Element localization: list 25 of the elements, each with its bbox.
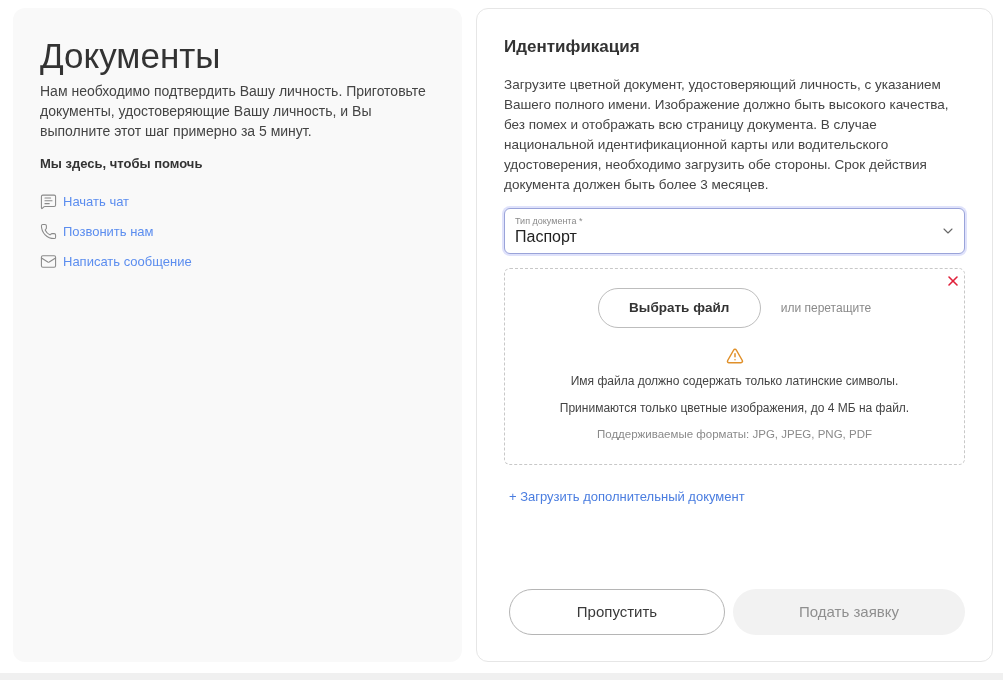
select-label: Тип документа *: [515, 215, 583, 227]
remove-button[interactable]: [945, 273, 961, 289]
supported-formats: Поддерживаемые форматы: JPG, JPEG, PNG, PDF: [597, 427, 872, 442]
phone-icon: [40, 223, 57, 240]
add-document-link[interactable]: + Загрузить дополнительный документ: [509, 487, 745, 507]
close-icon: [945, 273, 961, 289]
help-heading: Мы здесь, чтобы помочь: [40, 155, 204, 173]
select-value: Паспорт: [515, 226, 578, 247]
upload-note: Имя файла должно содержать только латинские символы.: [570, 373, 899, 389]
form-title: Идентификация: [504, 36, 641, 58]
instructions-text: Загрузите цветной документ, удостоверяющий личность, с указанием Вашего полного имени. Изображение должно быть высокого качества, без помех и отображать всю страницу документа. В случае национальной идентификационной карты или водительского удостоверения, необходимо загрузить обе стороны. Срок действия документа должен быть более 3 месяцев.: [504, 76, 950, 194]
help-link[interactable]: Написать сообщение: [63, 251, 192, 272]
skip-button[interactable]: Пропустить: [509, 589, 725, 635]
page-title: Документы: [40, 35, 222, 77]
warning-icon: [725, 347, 744, 365]
upload-note: Принимаются только цветные изображения, до 4 МБ на файл.: [559, 400, 910, 416]
document-type-select[interactable]: Тип документа * Паспорт: [504, 208, 965, 254]
choose-file-button[interactable]: Выбрать файл: [597, 288, 761, 328]
help-link[interactable]: Начать чат: [63, 191, 130, 212]
file-drop-zone[interactable]: Выбрать файл или перетащите Имя файла должно содержать только латинские символы. Принимаются только цветные изображения, до 4 МБ на файл. Поддерживаемые форматы: JPG, JPEG, PNG, PDF: [504, 268, 965, 465]
help-link[interactable]: Позвонить нам: [63, 221, 154, 242]
intro-text: Нам необходимо подтвердить Вашу личность. Приготовьте документы, удостоверяющие Вашу личность, и Вы выполните этот шаг примерно за 5 минут.: [40, 82, 427, 141]
drop-hint: или перетащите: [780, 300, 872, 317]
chat-icon: [40, 193, 57, 210]
mail-icon: [40, 253, 57, 270]
